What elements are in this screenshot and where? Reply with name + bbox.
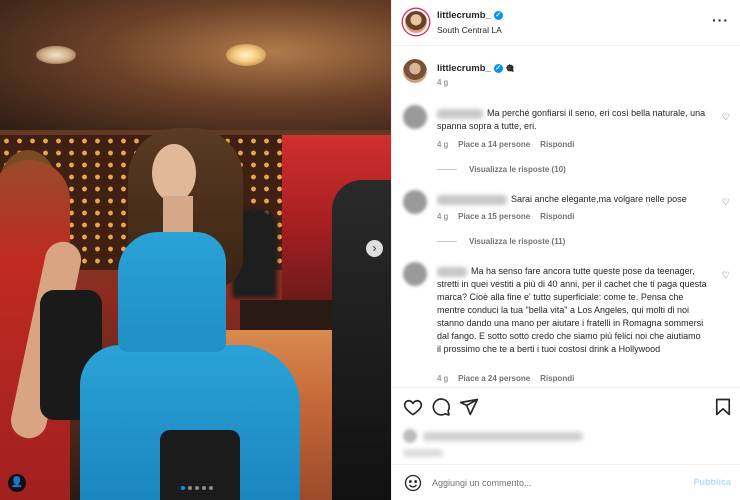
carousel-dot bbox=[209, 486, 213, 490]
woman-face bbox=[152, 144, 196, 202]
carousel-dot bbox=[195, 486, 199, 490]
bookmark-icon[interactable] bbox=[713, 397, 733, 417]
caption-username[interactable]: littlecrumb_ bbox=[437, 63, 491, 74]
comment-input[interactable] bbox=[432, 474, 672, 492]
comment-time[interactable]: 4 g bbox=[437, 140, 448, 149]
comment-time[interactable]: 4 g bbox=[437, 374, 448, 383]
likes-text-blurred bbox=[423, 431, 583, 441]
heart-icon[interactable]: ♡ bbox=[722, 197, 730, 208]
avatar[interactable] bbox=[403, 9, 429, 35]
comment-likes[interactable]: Piace a 24 persone bbox=[458, 374, 530, 383]
comment-likes[interactable]: Piace a 14 persone bbox=[458, 140, 530, 149]
publish-button[interactable]: Pubblica bbox=[693, 477, 731, 487]
verified-badge-icon: ✓ bbox=[493, 63, 503, 73]
emoji-icon[interactable] bbox=[404, 474, 422, 492]
location-link[interactable]: South Central LA bbox=[437, 25, 502, 35]
user-tag-icon[interactable]: 👤 bbox=[8, 474, 26, 492]
post-date-blurred bbox=[403, 449, 443, 457]
caption-time[interactable]: 4 g bbox=[437, 78, 448, 87]
comment-avatar[interactable] bbox=[403, 190, 427, 214]
replies-line bbox=[437, 169, 457, 171]
caption-emoji: 🎕 bbox=[505, 63, 515, 73]
comment-body: Ma perché gonfiarsi il seno, eri così be… bbox=[437, 107, 707, 133]
replies-line bbox=[437, 241, 457, 243]
verified-badge-icon: ✓ bbox=[493, 10, 503, 20]
comment-avatar[interactable] bbox=[403, 262, 427, 286]
comment-text: Sarai anche elegante,ma volgare nelle po… bbox=[511, 194, 687, 204]
comment-avatar[interactable] bbox=[403, 105, 427, 129]
comment-username-blurred[interactable] bbox=[437, 266, 467, 277]
comment-meta: 4 g Piace a 24 persone Rispondi bbox=[437, 374, 574, 383]
comment-icon[interactable] bbox=[431, 397, 451, 417]
carousel-dot-active bbox=[181, 486, 185, 490]
caption-author[interactable]: littlecrumb_ ✓ 🎕 bbox=[437, 61, 514, 77]
person-right bbox=[332, 180, 391, 500]
more-options-icon[interactable]: ··· bbox=[712, 12, 729, 28]
avatar[interactable] bbox=[403, 59, 427, 83]
post-actions bbox=[392, 387, 740, 427]
post-photo[interactable]: › 👤 bbox=[0, 0, 391, 500]
view-replies-label[interactable]: Visualizza le risposte (10) bbox=[469, 165, 566, 174]
reply-button[interactable]: Rispondi bbox=[540, 140, 574, 149]
username[interactable]: littlecrumb_ ✓ bbox=[437, 10, 503, 21]
carousel-dot bbox=[188, 486, 192, 490]
ceiling-light bbox=[226, 44, 266, 66]
reply-button[interactable]: Rispondi bbox=[540, 374, 574, 383]
post-header: littlecrumb_ ✓ South Central LA ··· bbox=[392, 0, 740, 46]
comment-username-blurred[interactable] bbox=[437, 194, 507, 205]
comment-username-blurred[interactable] bbox=[437, 108, 483, 119]
heart-icon[interactable]: ♡ bbox=[722, 270, 730, 281]
photo-ceiling bbox=[0, 0, 391, 130]
post-side-panel: littlecrumb_ ✓ South Central LA ··· littl… bbox=[391, 0, 740, 500]
username-text[interactable]: littlecrumb_ bbox=[437, 10, 491, 21]
view-replies-button[interactable]: Visualizza le risposte (11) bbox=[437, 237, 565, 246]
carousel-dots bbox=[181, 486, 213, 490]
comment-body: Sarai anche elegante,ma volgare nelle po… bbox=[437, 193, 707, 206]
chevron-right-icon[interactable]: › bbox=[366, 240, 383, 257]
comment-time[interactable]: 4 g bbox=[437, 212, 448, 221]
share-icon[interactable] bbox=[459, 397, 479, 417]
woman-outfit-top bbox=[118, 232, 226, 352]
liker-avatar bbox=[403, 429, 417, 443]
likes-summary-blurred[interactable] bbox=[403, 429, 593, 443]
view-replies-button[interactable]: Visualizza le risposte (10) bbox=[437, 165, 566, 174]
ceiling-light bbox=[36, 46, 76, 64]
comment-meta: 4 g Piace a 15 persone Rispondi bbox=[437, 212, 574, 221]
reply-button[interactable]: Rispondi bbox=[540, 212, 574, 221]
comment-likes[interactable]: Piace a 15 persone bbox=[458, 212, 530, 221]
comment-text: Ma ha senso fare ancora tutte queste pos… bbox=[437, 266, 707, 354]
comment-body: Ma ha senso fare ancora tutte queste pos… bbox=[437, 265, 707, 356]
carousel-dot bbox=[202, 486, 206, 490]
view-replies-label[interactable]: Visualizza le risposte (11) bbox=[469, 237, 565, 246]
woman-neck bbox=[163, 196, 193, 234]
comment-meta: 4 g Piace a 14 persone Rispondi bbox=[437, 140, 574, 149]
heart-icon[interactable]: ♡ bbox=[722, 112, 730, 123]
heart-icon[interactable] bbox=[403, 397, 423, 417]
comment-composer: Pubblica bbox=[392, 464, 740, 500]
